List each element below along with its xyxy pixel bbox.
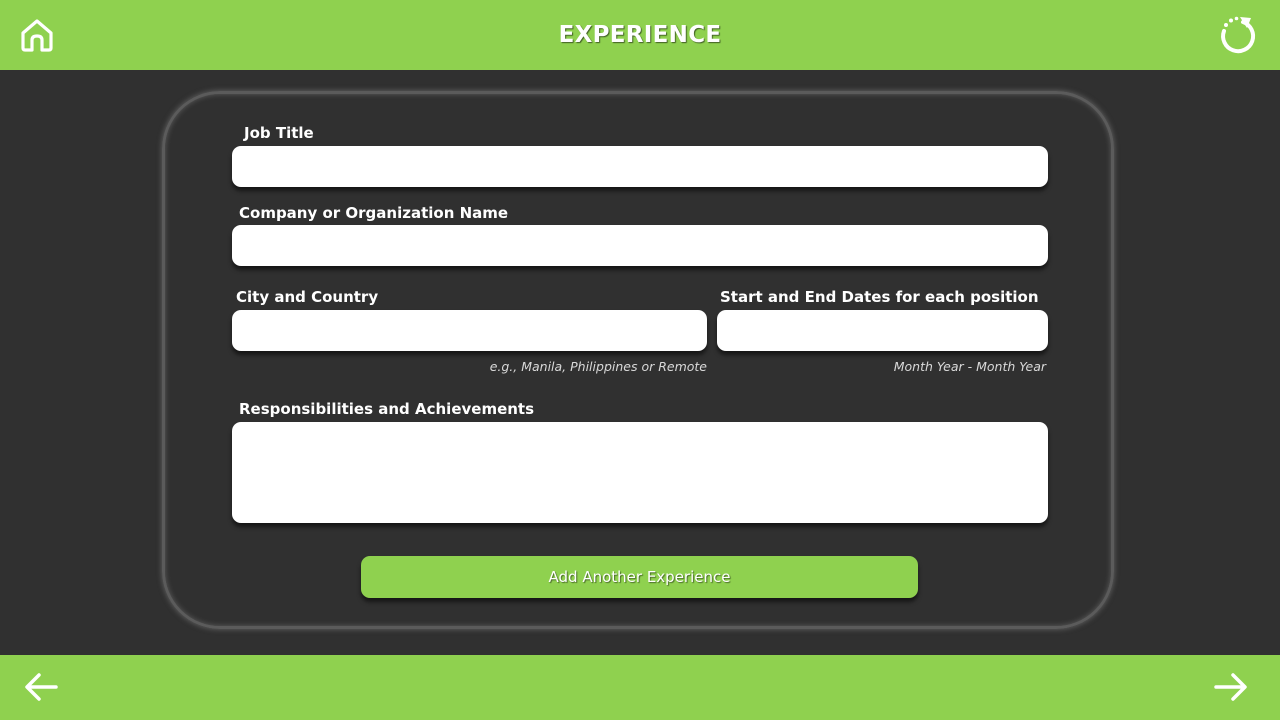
responsibilities-textarea[interactable] (232, 422, 1048, 523)
back-button[interactable] (22, 670, 60, 704)
arrow-right-icon (1214, 673, 1247, 701)
reset-button[interactable] (1216, 14, 1258, 56)
refresh-icon (1221, 16, 1256, 54)
home-icon (21, 19, 53, 52)
job-title-input[interactable] (232, 146, 1048, 187)
home-button[interactable] (18, 16, 56, 54)
add-experience-button[interactable]: Add Another Experience (361, 556, 918, 598)
dates-hint: Month Year - Month Year (893, 359, 1046, 374)
company-input[interactable] (232, 225, 1048, 266)
arrow-left-icon (25, 673, 58, 701)
next-button[interactable] (1212, 670, 1250, 704)
responsibilities-label: Responsibilities and Achievements (239, 400, 535, 418)
dates-label: Start and End Dates for each position (720, 288, 1039, 306)
company-label: Company or Organization Name (239, 204, 509, 222)
dates-input[interactable] (717, 310, 1048, 351)
footer-bar (0, 655, 1280, 720)
page-title: EXPERIENCE (558, 22, 722, 48)
city-country-label: City and Country (236, 288, 379, 306)
city-country-hint: e.g., Manila, Philippines or Remote (489, 359, 707, 374)
city-country-input[interactable] (232, 310, 707, 351)
job-title-label: Job Title (244, 124, 314, 142)
